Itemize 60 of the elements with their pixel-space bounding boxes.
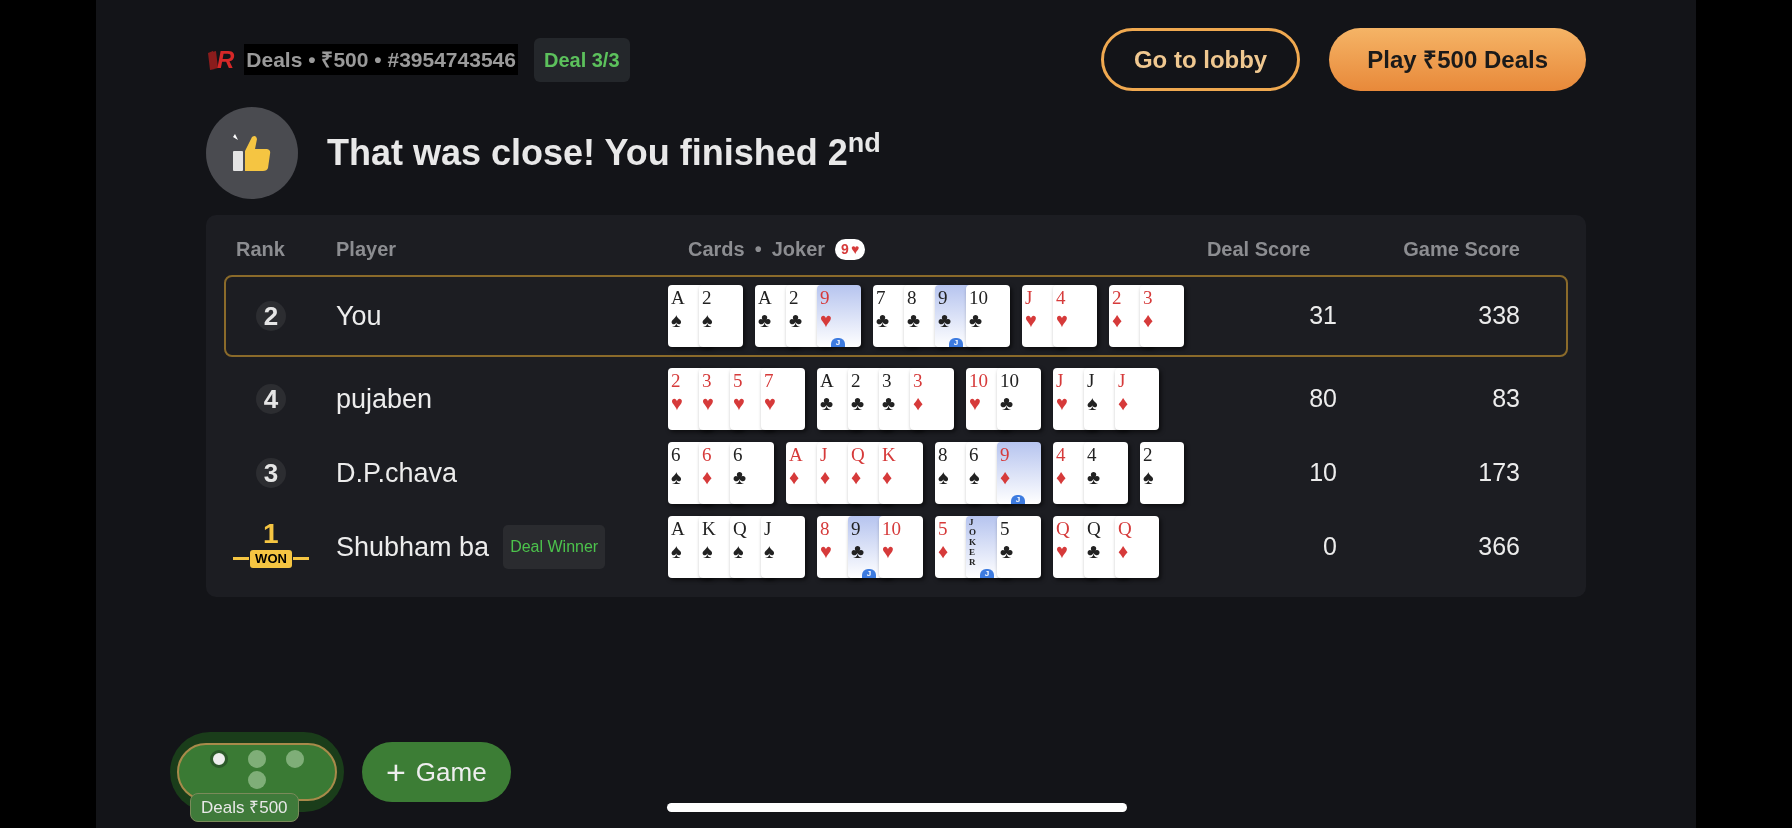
column-header: Joker xyxy=(771,237,826,262)
game-score: 83 xyxy=(1492,383,1520,415)
table-row[interactable]: 4 pujaben 2 ♥ 3 ♥ 5 ♥ 7 ♥ A ♣ 2 ♣ 3 ♣ 3 ♦ 10 ♥ 10 ♣ J ♥ J ♠ J ♦ 80 83 xyxy=(224,367,1568,431)
joker-tag: J xyxy=(949,338,963,347)
column-header: Rank xyxy=(236,237,286,262)
joker-badge: 9♥ xyxy=(835,238,866,260)
bullet: • xyxy=(754,237,762,262)
player-name: pujaben xyxy=(336,382,433,416)
game-score: 338 xyxy=(1478,300,1520,332)
playing-card: 10 ♥ xyxy=(879,516,923,578)
playing-card: 9 ♥ J xyxy=(817,285,861,347)
playing-card: 9 ♦ J xyxy=(997,442,1041,504)
play-button[interactable]: Play ₹500 Deals xyxy=(1329,28,1586,91)
winner-badge: 1 WON xyxy=(229,522,313,572)
playing-card: 7 ♥ xyxy=(761,368,805,430)
game-score: 173 xyxy=(1478,457,1520,489)
table-row[interactable]: 2 You A ♠ 2 ♠ A ♣ 2 ♣ 9 ♥ J 7 ♣ 8 ♣ 9 ♣ J 10 ♣ J ♥ 4 ♥ 2 ♦ 3 ♦ 31 338 xyxy=(224,275,1568,357)
deal-score: 10 xyxy=(1309,457,1337,489)
playing-card: 10 ♣ xyxy=(997,368,1041,430)
playing-card: 10 ♣ xyxy=(966,285,1010,347)
playing-card: 2 ♠ xyxy=(699,285,743,347)
playing-card: 6 ♣ xyxy=(730,442,774,504)
playing-card: K ♦ xyxy=(879,442,923,504)
column-header: Game Score xyxy=(1403,237,1520,262)
joker-tag: J xyxy=(1011,495,1025,504)
playing-card: 4 ♥ xyxy=(1053,285,1097,347)
playing-card: 3 ♦ xyxy=(1140,285,1184,347)
joker-tag: J xyxy=(862,569,876,578)
playing-card: 4 ♣ xyxy=(1084,442,1128,504)
column-header: Cards xyxy=(688,237,745,262)
rank-badge: 2 xyxy=(256,301,286,331)
joker-tag: J xyxy=(831,338,845,347)
rank-badge: 3 xyxy=(256,458,286,488)
playing-card: J ♠ xyxy=(761,516,805,578)
playing-card: 3 ♦ xyxy=(910,368,954,430)
table-label: Deals ₹500 xyxy=(190,792,299,822)
new-game-button[interactable]: + Game xyxy=(362,742,511,802)
player-name: You xyxy=(336,299,382,333)
game-info: Deals • ₹500 • #3954743546 xyxy=(244,43,518,76)
result-heading: That was close! You finished 2$^{nd}$ xyxy=(327,126,881,175)
lobby-button[interactable]: Go to lobby xyxy=(1100,28,1301,91)
playing-card: Q ♦ xyxy=(1115,516,1159,578)
winner-badge: Deal Winner xyxy=(503,525,606,569)
deal-badge: Deal 3/3 xyxy=(533,37,630,82)
playing-card: 2 ♠ xyxy=(1140,442,1184,504)
deal-score: 80 xyxy=(1309,383,1337,415)
column-header: Deal Score xyxy=(1206,237,1311,262)
brand-logo: R xyxy=(206,41,235,78)
joker-tag: J xyxy=(980,569,994,578)
rank-badge: 4 xyxy=(256,384,286,414)
deal-score: 31 xyxy=(1309,300,1337,332)
player-name: Shubham ba xyxy=(336,530,490,564)
column-header: Player xyxy=(336,237,398,262)
playing-card: J ♦ xyxy=(1115,368,1159,430)
player-name: D.P.chava xyxy=(336,456,458,490)
playing-card: 5 ♣ xyxy=(997,516,1041,578)
table-row[interactable]: 3 D.P.chava 6 ♠ 6 ♦ 6 ♣ A ♦ J ♦ Q ♦ K ♦ 8 ♠ 6 ♠ 9 ♦ J 4 ♦ 4 ♣ 2 ♠ 10 173 xyxy=(224,441,1568,505)
game-score: 366 xyxy=(1478,531,1520,563)
table-row[interactable]: 1 WON Shubham ba Deal Winner A ♠ K ♠ Q ♠ J ♠ 8 ♥ 9 ♣ J 10 ♥ 5 ♦ JOKER J 5 ♣ Q ♥ Q ♣ Q ♦ 0 366 xyxy=(224,515,1568,579)
deal-score: 0 xyxy=(1323,531,1337,563)
